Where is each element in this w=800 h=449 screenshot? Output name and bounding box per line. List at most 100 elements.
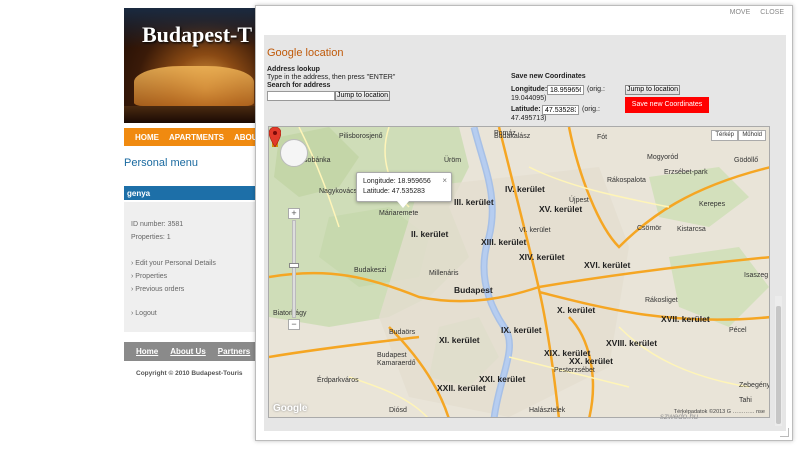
zoom-in-button[interactable]: +: [288, 208, 300, 219]
longitude-orig-label: (orig.:: [587, 86, 605, 93]
id-number: ID number: 3581: [131, 221, 184, 228]
latitude-label: Latitude:: [511, 106, 541, 113]
map-label: Mogyoród: [647, 154, 679, 161]
map-label: Rákospalota: [607, 177, 646, 184]
username-bar: genya: [124, 186, 260, 200]
map-label: Budapest Kamaraerdő: [377, 352, 416, 367]
map-label: Rákosliget: [645, 297, 678, 304]
map-type-map-button[interactable]: Térkép: [711, 130, 738, 141]
map-label: Érdparkváros: [317, 377, 359, 384]
footer-partners[interactable]: Partners: [218, 347, 250, 356]
map-label: Isaszeg: [744, 272, 769, 279]
map-label: Zebegény: [739, 382, 770, 389]
zoom-slider-handle[interactable]: [289, 263, 299, 268]
search-label: Search for address: [267, 82, 331, 89]
map-label: Nagykovácsi: [319, 188, 359, 195]
site-banner: Budapest-T: [124, 8, 260, 123]
close-button[interactable]: CLOSE: [760, 9, 784, 16]
google-logo: Google: [273, 403, 308, 414]
logout-link[interactable]: › Logout: [131, 310, 157, 317]
footer-home[interactable]: Home: [136, 347, 158, 356]
map-label: XV. kerület: [539, 204, 583, 214]
map-label: VI. kerület: [519, 227, 551, 234]
nav-home[interactable]: HOME: [135, 133, 159, 142]
dialog-title: Google location: [267, 47, 344, 59]
info-close-icon[interactable]: ×: [442, 176, 447, 186]
map-label: II. kerület: [411, 229, 449, 239]
info-latitude: Latitude: 47.535283: [363, 188, 425, 195]
map-label: Diósd: [389, 407, 407, 414]
zoom-slider-track[interactable]: [292, 220, 296, 318]
map-label: Budapest: [454, 285, 493, 295]
map-label: XIV. kerület: [519, 252, 565, 262]
nav-apartments[interactable]: APARTMENTS: [169, 133, 224, 142]
menu-item-previous-orders[interactable]: › Previous orders: [131, 286, 184, 293]
footer-about[interactable]: About Us: [170, 347, 206, 356]
properties-count: Properties: 1: [131, 234, 171, 241]
map-label: Tahi: [739, 397, 752, 404]
jump-to-location-button[interactable]: Jump to location: [335, 91, 390, 101]
latitude-orig-label: (orig.:: [582, 106, 600, 113]
google-map[interactable]: Térkép Műhold Pilisborosjenő Üröm Budaka…: [268, 126, 770, 418]
banner-title: Budapest-T: [142, 22, 253, 47]
map-label: XVII. kerület: [661, 314, 710, 324]
map-label: Millenáris: [429, 270, 459, 277]
pan-control[interactable]: [280, 139, 308, 167]
jump-to-location-button-right[interactable]: Jump to location: [625, 85, 680, 95]
top-nav: HOME APARTMENTS ABOU: [124, 128, 260, 146]
map-label: Üröm: [444, 157, 462, 164]
map-label: IX. kerület: [501, 325, 542, 335]
map-label: XI. kerület: [439, 335, 480, 345]
address-lookup-label: Address lookup: [267, 66, 320, 73]
longitude-input[interactable]: [547, 85, 584, 95]
latitude-input[interactable]: [542, 105, 579, 115]
latitude-orig-value: 47.495713): [511, 115, 547, 122]
map-label: Újpest: [569, 197, 589, 204]
zoom-control[interactable]: + −: [288, 208, 300, 330]
map-label: Fót: [597, 134, 608, 141]
search-input[interactable]: [267, 91, 335, 101]
map-label: Pesterzsébet: [554, 367, 595, 374]
map-label: Kistarcsa: [677, 226, 706, 233]
map-label: Erzsébet-park: [664, 169, 708, 176]
menu-item-properties[interactable]: › Properties: [131, 273, 167, 280]
watermark: szwedo.hu: [660, 412, 699, 421]
map-label: Budaörs: [389, 329, 416, 336]
background-site: Budapest-T HOME APARTMENTS ABOU Personal…: [124, 8, 260, 449]
scrollbar-thumb[interactable]: [776, 306, 781, 424]
save-coordinates-button[interactable]: Save new Coordinates: [625, 97, 709, 113]
zoom-out-button[interactable]: −: [288, 319, 300, 330]
map-label: IV. kerület: [505, 184, 545, 194]
map-label: Pécel: [729, 327, 747, 334]
map-label: XXII. kerület: [437, 383, 486, 393]
marker-info-window: Longitude: 18.959656 Latitude: 47.535283…: [356, 172, 452, 208]
location-marker-icon[interactable]: [269, 127, 281, 147]
dialog-content: Google location Address lookup Type in t…: [264, 35, 786, 431]
longitude-label: Longitude:: [511, 86, 548, 93]
save-coords-heading: Save new Coordinates: [511, 73, 586, 80]
resize-handle-icon[interactable]: [780, 428, 789, 437]
map-label: Kerepes: [699, 201, 726, 208]
copyright: Copyright © 2010 Budapest-Touris: [136, 370, 243, 377]
map-label: Pilisborosjenő: [339, 133, 383, 140]
info-longitude: Longitude: 18.959656: [363, 178, 431, 185]
map-type-satellite-button[interactable]: Műhold: [738, 130, 766, 141]
move-button[interactable]: MOVE: [730, 9, 751, 16]
personal-menu-title: Personal menu: [124, 157, 198, 169]
footer-nav: Home About Us Partners: [124, 342, 260, 361]
map-label: Máriaremete: [379, 210, 419, 217]
map-label: Pomáz: [494, 130, 516, 137]
google-location-dialog: MOVE CLOSE Google location Address looku…: [255, 5, 793, 441]
map-label: X. kerület: [557, 305, 596, 315]
address-hint: Type in the address, then press "ENTER": [267, 74, 396, 81]
map-label: Gödöllő: [734, 157, 759, 164]
user-info-box: ID number: 3581 Properties: 1 › Edit you…: [124, 202, 260, 332]
menu-item-edit-details[interactable]: › Edit your Personal Details: [131, 260, 216, 267]
dialog-scrollbar[interactable]: [775, 296, 782, 426]
map-label: XX. kerület: [569, 356, 613, 366]
map-label: Budakeszi: [354, 267, 387, 274]
map-label: Csömör: [637, 225, 662, 232]
map-label: Halásztelek: [529, 407, 566, 414]
nav-about[interactable]: ABOU: [234, 133, 258, 142]
longitude-orig-value: 19.044095): [511, 95, 547, 102]
